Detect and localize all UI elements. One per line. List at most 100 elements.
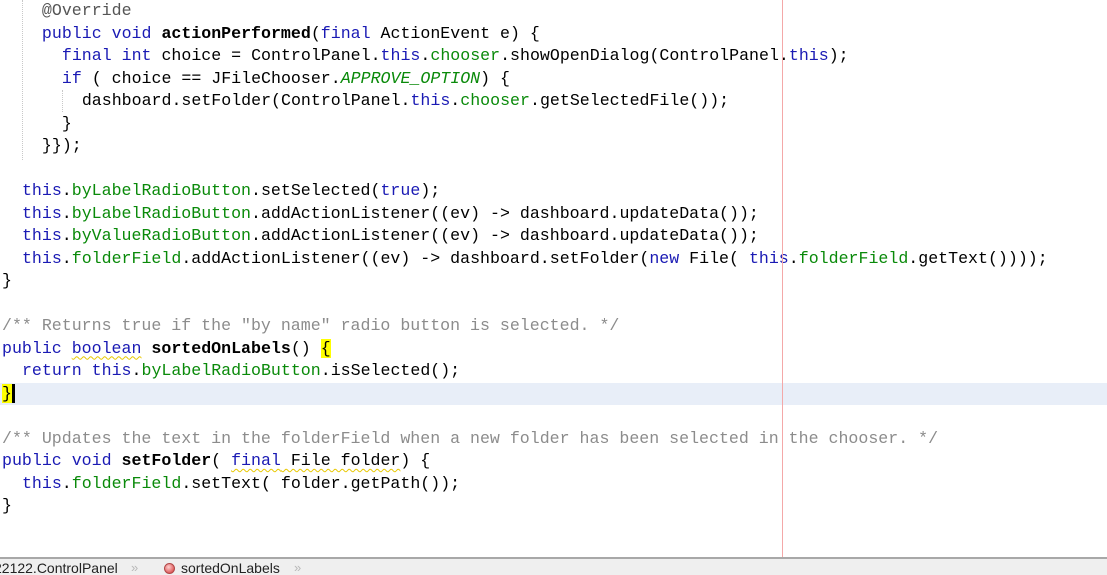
code-token: () [290,338,321,358]
code-token: . [131,361,142,380]
code-token: dashboard.setFolder(ControlPanel. [81,91,411,110]
code-token: ( [310,23,321,43]
code-token: . [61,203,72,223]
code-token: . [420,46,431,65]
code-token: @Override [41,1,132,20]
code-token: byLabelRadioButton [71,203,252,223]
code-token: .addActionListener((ev) -> dashboard.upd… [251,203,759,223]
breadcrumb-class-label: 22122.ControlPanel [0,560,118,575]
code-token: .addActionListener((ev) -> dashboard.upd… [251,226,759,245]
code-token: sortedOnLabels [151,338,291,358]
code-token: folderField [71,473,182,493]
code-token: .setText( folder.getPath()); [181,473,461,493]
code-token: int [121,46,152,65]
code-token: . [61,226,72,245]
code-line[interactable]: public void actionPerformed(final Action… [0,23,1107,45]
code-token: . [61,248,72,268]
code-token: chooser [430,46,501,65]
code-token: File( [679,248,749,268]
code-token: byLabelRadioButton [71,181,252,200]
code-line[interactable]: this.byLabelRadioButton.setSelected(true… [0,180,1107,202]
code-token: boolean [71,338,142,358]
code-token: this [21,248,62,268]
code-token: public [41,23,102,43]
breadcrumb-class[interactable]: 22122.ControlPanel [0,560,118,575]
code-line[interactable]: this.byLabelRadioButton.addActionListene… [0,203,1107,225]
code-line[interactable]: } [0,113,1107,135]
code-line[interactable]: @Override [0,0,1107,22]
private-method-icon [164,563,175,574]
code-token: byLabelRadioButton [141,361,321,380]
code-token: ); [828,46,849,65]
text-caret [11,383,15,403]
breadcrumb-method-label: sortedOnLabels [181,560,280,575]
code-editor[interactable]: @Override public void actionPerformed(fin… [0,0,1107,557]
code-token: this [21,181,62,200]
code-token: choice = ControlPanel. [151,46,381,65]
code-token: this [21,473,62,493]
code-line[interactable] [0,293,1107,315]
code-token: }}); [41,136,82,155]
code-token: chooser [460,91,530,110]
code-token: final [61,46,112,65]
code-token: if [61,68,82,88]
code-token: new [649,248,680,268]
code-line[interactable]: this.folderField.addActionListener((ev) … [0,248,1107,270]
code-line[interactable] [0,158,1107,180]
code-token: .showOpenDialog(ControlPanel. [500,46,789,65]
code-token: ) { [400,451,431,470]
code-line[interactable]: /** Returns true if the "by name" radio … [0,315,1107,337]
code-token: File folder [280,451,401,470]
code-token: ( [211,451,232,470]
code-line[interactable]: } [0,495,1107,517]
breadcrumb-method[interactable]: sortedOnLabels [164,560,280,575]
code-token: folderField [71,248,182,268]
code-line[interactable]: return this.byLabelRadioButton.isSelecte… [0,360,1107,382]
status-bar: 22122.ControlPanel » sortedOnLabels » [0,557,1107,575]
code-token: this [21,203,62,223]
code-token: .setSelected( [251,181,381,200]
code-token: folderField [798,248,909,268]
code-line[interactable]: this.byValueRadioButton.addActionListene… [0,225,1107,247]
code-line[interactable] [0,405,1107,427]
code-token: final [320,23,371,43]
double-chevron-right-icon: » [294,560,302,575]
code-line[interactable]: }}); [0,135,1107,157]
code-line[interactable]: this.folderField.setText( folder.getPath… [0,473,1107,495]
code-line[interactable]: } [0,270,1107,292]
code-token: ); [420,181,441,200]
code-line[interactable]: public boolean sortedOnLabels() { [0,338,1107,360]
code-line[interactable]: public void setFolder( final File folder… [0,450,1107,472]
code-line[interactable]: final int choice = ControlPanel.this.cho… [0,45,1107,67]
code-token: this [410,91,451,110]
code-token: true [380,181,421,200]
code-token: public [2,338,62,358]
code-line[interactable]: if ( choice == JFileChooser.APPROVE_OPTI… [0,68,1107,90]
code-token: APPROVE_OPTION [340,68,481,88]
print-margin-line [782,0,783,557]
code-token: { [320,338,331,358]
code-line-current[interactable]: } [0,382,1107,405]
code-token: } [2,383,12,403]
code-line[interactable]: /** Updates the text in the folderField … [0,428,1107,450]
code-token: . [450,91,461,110]
code-token: } [2,271,12,290]
code-token: /** Returns true if the "by name" radio … [2,316,620,335]
code-token: void [111,23,152,43]
code-token: byValueRadioButton [71,226,252,245]
code-token: .addActionListener((ev) -> dashboard.set… [181,248,650,268]
code-token: final [231,451,281,470]
code-token: ( choice == JFileChooser. [81,68,341,88]
code-token: setFolder [121,451,212,470]
code-token: .getSelectedFile()); [529,91,730,110]
code-token: public [2,451,62,470]
code-line[interactable]: dashboard.setFolder(ControlPanel.this.ch… [0,90,1107,112]
